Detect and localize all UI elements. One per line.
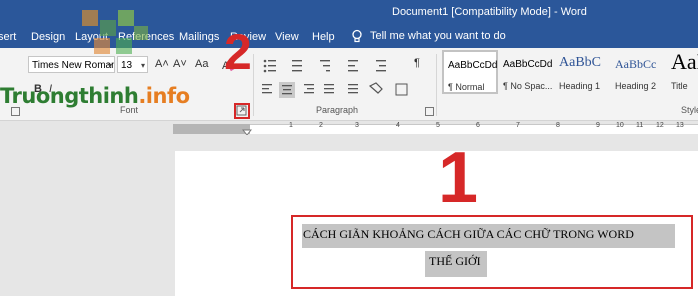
watermark-logo — [82, 10, 148, 54]
selection-annotation-box — [291, 215, 693, 289]
lightbulb-icon — [352, 29, 362, 43]
style-no-spacing[interactable]: AaBbCcDd ¶ No Spac... — [498, 50, 554, 94]
ruler-number: 10 — [616, 122, 624, 129]
styles-group-label: Styles — [681, 105, 698, 115]
style-sample: AaBbCcDd — [503, 59, 553, 70]
font-launcher-highlight — [234, 103, 250, 119]
shrink-font-button[interactable]: A˅ — [173, 58, 187, 70]
style-heading-1[interactable]: AaBbC Heading 1 — [554, 50, 610, 94]
list-buttons-row — [263, 59, 386, 73]
style-heading-2[interactable]: AaBbCc Heading 2 — [610, 50, 666, 94]
font-dialog-launcher-icon[interactable] — [236, 105, 248, 117]
ruler-number: 11 — [636, 122, 644, 129]
tell-me-text: Tell me what you want to do — [370, 30, 506, 42]
group-separator — [436, 54, 437, 116]
group-separator — [253, 54, 254, 116]
styles-gallery: AaBbCcDd ¶ Normal AaBbCcDd ¶ No Spac... … — [442, 49, 698, 98]
style-sample: AaBbC — [559, 55, 601, 70]
tab-insert[interactable]: sert — [0, 31, 16, 43]
annotation-marker-1: 1 — [438, 138, 479, 218]
style-normal[interactable]: AaBbCcDd ¶ Normal — [442, 50, 498, 94]
watermark-text: Truongthinh — [0, 84, 139, 108]
tab-help[interactable]: Help — [312, 31, 335, 43]
style-title[interactable]: AaB Title — [666, 49, 698, 94]
style-name: Title — [671, 81, 688, 91]
tab-view[interactable]: View — [275, 31, 299, 43]
show-marks-button[interactable]: ¶ — [414, 57, 420, 69]
horizontal-ruler[interactable]: 1 2 3 4 5 6 7 8 9 10 11 12 13 — [0, 121, 698, 136]
tab-design[interactable]: Design — [31, 31, 65, 43]
tell-me-box[interactable]: Tell me what you want to do — [350, 29, 506, 43]
ruler-number: 6 — [476, 122, 480, 129]
ruler-number: 13 — [676, 122, 684, 129]
grow-font-button[interactable]: A˄ — [155, 58, 169, 70]
tab-mailings[interactable]: Mailings — [179, 31, 219, 43]
ruler-number: 12 — [656, 122, 664, 129]
style-sample: AaBbCcDd — [448, 60, 498, 71]
ruler-margin — [173, 124, 250, 134]
dialog-launcher-icon[interactable] — [11, 107, 20, 116]
ruler-number: 5 — [436, 122, 440, 129]
alignment-buttons-row — [262, 82, 408, 98]
ruler-number: 9 — [596, 122, 600, 129]
paragraph-launcher-icon[interactable] — [425, 107, 434, 116]
ruler-number: 1 — [289, 122, 293, 129]
ruler-number: 7 — [516, 122, 520, 129]
style-name: ¶ Normal — [448, 82, 485, 92]
style-name: Heading 2 — [615, 81, 657, 91]
style-name: Heading 1 — [559, 81, 601, 91]
watermark: Truongthinh.info — [0, 84, 190, 108]
style-sample: AaB — [671, 49, 698, 74]
ruler-number: 4 — [396, 122, 400, 129]
change-case-button[interactable]: Aa — [195, 58, 208, 70]
style-sample: AaBbCc — [615, 57, 657, 71]
paragraph-group-label: Paragraph — [316, 105, 359, 115]
ruler-number: 2 — [319, 122, 323, 129]
ruler-number: 8 — [556, 122, 560, 129]
ruler-number: 3 — [355, 122, 359, 129]
watermark-domain: .info — [138, 84, 190, 108]
style-name: ¶ No Spac... — [503, 81, 553, 91]
annotation-marker-2: 2 — [224, 24, 252, 80]
window-title: Document1 [Compatibility Mode] - Word — [392, 6, 587, 18]
